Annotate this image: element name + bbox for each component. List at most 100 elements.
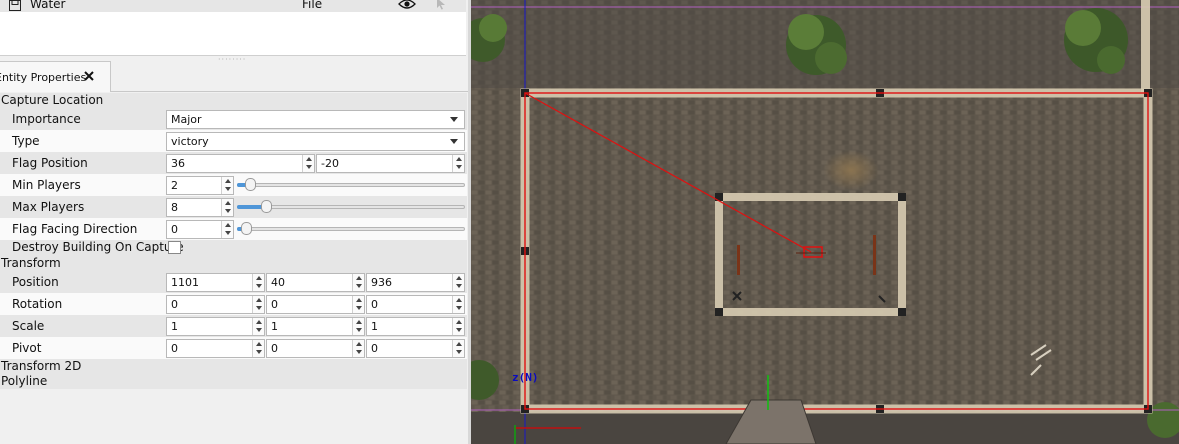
flag-position-y-input[interactable]: -20: [316, 154, 465, 173]
pivot-x-value: 0: [171, 342, 178, 355]
close-icon[interactable]: [83, 70, 95, 82]
position-y-input[interactable]: 40: [266, 273, 365, 292]
scale-z-value: 1: [371, 320, 378, 333]
layer-list[interactable]: Water File: [0, 0, 466, 56]
spin-buttons[interactable]: [302, 155, 314, 172]
spin-buttons[interactable]: [221, 221, 233, 238]
flag-position-x-input[interactable]: 36: [166, 154, 315, 173]
section-transform[interactable]: Transform: [0, 256, 467, 271]
chevron-down-icon: [450, 117, 458, 122]
save-icon: [9, 0, 21, 11]
scale-y-value: 1: [271, 320, 278, 333]
prop-importance: Importance Major: [0, 108, 467, 130]
pivot-x-input[interactable]: 0: [166, 339, 265, 358]
prop-min-players: Min Players 2: [0, 174, 467, 196]
spin-buttons[interactable]: [352, 274, 364, 291]
prop-label: Scale: [12, 319, 45, 333]
spin-buttons[interactable]: [352, 296, 364, 313]
section-polyline[interactable]: Polyline: [0, 374, 467, 389]
outer-wall: [1141, 0, 1150, 93]
chevron-down-icon: [450, 139, 458, 144]
prop-label: Type: [12, 134, 40, 148]
min-players-input[interactable]: 2: [166, 176, 234, 195]
prop-flag-facing: Flag Facing Direction 0: [0, 218, 467, 240]
scale-z-input[interactable]: 1: [366, 317, 465, 336]
prop-label: Position: [12, 275, 59, 289]
slider-handle[interactable]: [261, 200, 272, 213]
eye-icon[interactable]: [398, 0, 416, 10]
tab-entity-properties[interactable]: Entity Properties: [0, 61, 111, 92]
section-transform-2d[interactable]: Transform 2D: [0, 359, 467, 374]
layer-name: Water: [30, 0, 66, 11]
crater-decal: [823, 150, 879, 190]
prop-label: Min Players: [12, 178, 81, 192]
prop-label: Flag Position: [12, 156, 88, 170]
scale-x-input[interactable]: 1: [166, 317, 265, 336]
spin-buttons[interactable]: [452, 318, 464, 335]
prop-label: Importance: [12, 112, 81, 126]
importance-value: Major: [171, 113, 202, 126]
max-players-input[interactable]: 8: [166, 198, 234, 217]
position-x-input[interactable]: 1101: [166, 273, 265, 292]
prop-label: Rotation: [12, 297, 63, 311]
prop-label: Flag Facing Direction: [12, 222, 138, 236]
pivot-z-value: 0: [371, 342, 378, 355]
rotation-z-input[interactable]: 0: [366, 295, 465, 314]
prop-type: Type victory: [0, 130, 467, 152]
spin-buttons[interactable]: [352, 340, 364, 357]
spin-buttons[interactable]: [252, 274, 264, 291]
prop-pivot: Pivot 0 0 0: [0, 337, 467, 359]
cursor-icon[interactable]: [436, 0, 446, 10]
map-canvas[interactable]: [471, 0, 1179, 444]
spin-buttons[interactable]: [252, 296, 264, 313]
flag-facing-value: 0: [171, 223, 178, 236]
position-y-value: 40: [271, 276, 285, 289]
prop-label: Max Players: [12, 200, 85, 214]
slider-handle[interactable]: [245, 178, 256, 191]
tab-bar: Entity Properties: [0, 61, 468, 92]
prop-scale: Scale 1 1 1: [0, 315, 467, 337]
flag-facing-slider[interactable]: [237, 222, 465, 236]
spin-buttons[interactable]: [452, 296, 464, 313]
section-capture-location[interactable]: Capture Location: [0, 93, 467, 108]
min-players-slider[interactable]: [237, 178, 465, 192]
rotation-z-value: 0: [371, 298, 378, 311]
spin-buttons[interactable]: [252, 318, 264, 335]
spin-buttons[interactable]: [252, 340, 264, 357]
type-select[interactable]: victory: [166, 132, 465, 151]
prop-position: Position 1101 40 936: [0, 271, 467, 293]
prop-destroy-building: Destroy Building On Capture: [0, 240, 467, 256]
spin-buttons[interactable]: [452, 340, 464, 357]
spin-buttons[interactable]: [221, 199, 233, 216]
max-players-slider[interactable]: [237, 200, 465, 214]
position-z-input[interactable]: 936: [366, 273, 465, 292]
max-players-value: 8: [171, 201, 178, 214]
prop-flag-position: Flag Position 36 -20: [0, 152, 467, 174]
rotation-y-input[interactable]: 0: [266, 295, 365, 314]
prop-label: Destroy Building On Capture: [12, 240, 184, 254]
map-viewport[interactable]: z(N): [471, 0, 1179, 444]
destroy-building-checkbox[interactable]: [168, 241, 181, 254]
spin-buttons[interactable]: [452, 274, 464, 291]
flag-x-value: 36: [171, 157, 185, 170]
pivot-z-input[interactable]: 0: [366, 339, 465, 358]
spin-buttons[interactable]: [221, 177, 233, 194]
rotation-y-value: 0: [271, 298, 278, 311]
layer-row[interactable]: Water File: [0, 0, 466, 12]
tab-label: Entity Properties: [0, 71, 87, 84]
banner-pole: [737, 245, 740, 275]
min-players-value: 2: [171, 179, 178, 192]
importance-select[interactable]: Major: [166, 110, 465, 129]
pivot-y-input[interactable]: 0: [266, 339, 365, 358]
spin-buttons[interactable]: [352, 318, 364, 335]
type-value: victory: [171, 135, 209, 148]
flag-facing-input[interactable]: 0: [166, 220, 234, 239]
rotation-x-input[interactable]: 0: [166, 295, 265, 314]
slider-handle[interactable]: [241, 222, 252, 235]
spin-buttons[interactable]: [452, 155, 464, 172]
prop-rotation: Rotation 0 0 0: [0, 293, 467, 315]
position-z-value: 936: [371, 276, 392, 289]
prop-label: Pivot: [12, 341, 42, 355]
property-grid: Capture Location Importance Major Type v…: [0, 93, 467, 389]
scale-y-input[interactable]: 1: [266, 317, 365, 336]
